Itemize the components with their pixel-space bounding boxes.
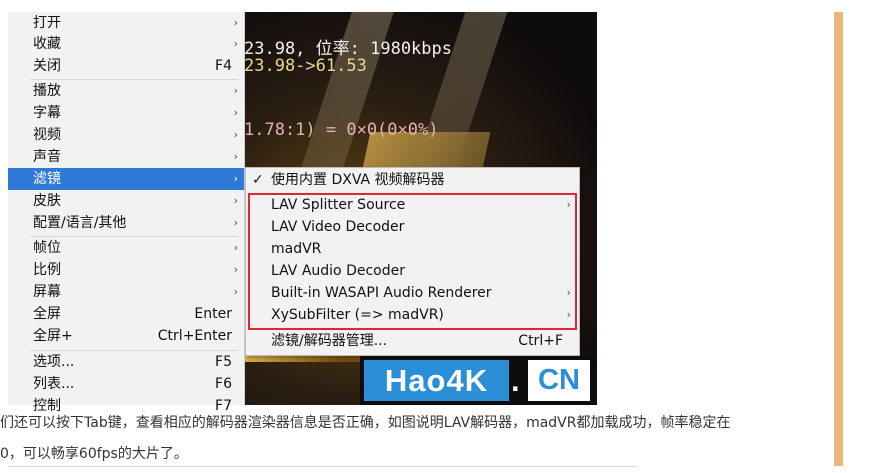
chevron-right-icon: › (233, 16, 238, 29)
menu-item-shortcut: Enter (194, 306, 232, 322)
menu-item-fullscreen[interactable]: 全屏 Enter (8, 303, 244, 325)
menu-item-label: 选项... (33, 354, 75, 370)
menu-item-shortcut: F6 (215, 376, 232, 392)
menu-item-playlist[interactable]: 列表... F6 (8, 373, 244, 395)
chevron-right-icon: › (233, 106, 238, 119)
chevron-right-icon: › (233, 241, 238, 254)
divider (8, 466, 638, 467)
menu-item-label: 滤镜 (33, 171, 61, 187)
submenu-item-label: 滤镜/解码器管理... (271, 333, 388, 349)
submenu-item-dxva[interactable]: ✓ 使用内置 DXVA 视频解码器 (246, 169, 579, 191)
submenu-item-label: 使用内置 DXVA 视频解码器 (271, 172, 445, 188)
chevron-right-icon: › (233, 37, 238, 50)
menu-item-close[interactable]: 关闭 F4 (8, 55, 244, 77)
menu-item-config[interactable]: 配置/语言/其他 › (8, 212, 244, 234)
submenu-item-shortcut: Ctrl+F (518, 333, 563, 349)
logo-text-hao4k: Hao4K (364, 360, 509, 401)
menu-item-label: 皮肤 (33, 193, 61, 209)
menu-item-label: 全屏 (33, 306, 61, 322)
menu-item-label: 屏幕 (33, 284, 61, 300)
menu-item-shortcut: F5 (215, 354, 232, 370)
menu-item-label: 播放 (33, 83, 61, 99)
checkmark-icon: ✓ (252, 172, 264, 188)
menu-item-ratio[interactable]: 比例 › (8, 259, 244, 281)
logo-dot: . (511, 363, 520, 398)
menu-item-fullscreen-plus[interactable]: 全屏+ Ctrl+Enter (8, 325, 244, 347)
menu-item-label: 字幕 (33, 105, 61, 121)
chevron-right-icon: › (233, 150, 238, 163)
logo-text-cn: CN (528, 360, 590, 401)
menu-item-label: 比例 (33, 262, 61, 278)
chevron-right-icon: › (233, 194, 238, 207)
menu-item-favorites[interactable]: 收藏 › (8, 33, 244, 55)
menu-item-label: 全屏+ (33, 328, 73, 344)
menu-item-label: 帧位 (33, 240, 61, 256)
menu-item-label: 收藏 (33, 36, 61, 52)
menu-item-label: 声音 (33, 149, 61, 165)
chevron-right-icon: › (233, 84, 238, 97)
menu-item-filters[interactable]: 滤镜 › (8, 168, 244, 190)
menu-item-shortcut: F4 (215, 58, 232, 74)
context-menu: 打开 › 收藏 › 关闭 F4 播放 › 字幕 › 视频 › 声音 › 滤镜 › 皮肤 › 配置/… (8, 12, 245, 414)
submenu-item-filter-manager[interactable]: 滤镜/解码器管理... Ctrl+F (246, 330, 579, 352)
chevron-right-icon: › (233, 128, 238, 141)
menu-item-play[interactable]: 播放 › (8, 80, 244, 102)
watermark-logo: Hao4K . CN (360, 356, 594, 405)
menu-item-screen[interactable]: 屏幕 › (8, 281, 244, 303)
menu-item-label: 关闭 (33, 58, 61, 74)
menu-item-subtitles[interactable]: 字幕 › (8, 102, 244, 124)
article-text-line: 们还可以按下Tab键，查看相应的解码器渲染器信息是否正确，如图说明LAV解码器，… (0, 415, 731, 431)
menu-item-label: 视频 (33, 127, 61, 143)
page-side-accent (834, 12, 843, 466)
menu-item-open[interactable]: 打开 › (8, 12, 244, 34)
menu-item-label: 配置/语言/其他 (33, 215, 127, 231)
menu-item-shortcut: Ctrl+Enter (157, 328, 232, 344)
menu-item-label: 打开 (33, 15, 61, 31)
menu-item-frame[interactable]: 帧位 › (8, 237, 244, 259)
chevron-right-icon: › (233, 172, 238, 185)
chevron-right-icon: › (233, 285, 238, 298)
menu-item-video[interactable]: 视频 › (8, 124, 244, 146)
article-text-line: 0，可以畅享60fps的大片了。 (0, 446, 188, 462)
highlight-annotation-box (248, 193, 577, 330)
menu-item-audio[interactable]: 声音 › (8, 146, 244, 168)
osd-aspect: 1.78:1) = 0×0(0×0%) (244, 120, 439, 140)
menu-item-options[interactable]: 选项... F5 (8, 351, 244, 373)
chevron-right-icon: › (233, 216, 238, 229)
chevron-right-icon: › (233, 263, 238, 276)
osd-framerate: 23.98->61.53 (244, 56, 367, 76)
menu-item-skins[interactable]: 皮肤 › (8, 190, 244, 212)
menu-item-label: 列表... (33, 376, 75, 392)
